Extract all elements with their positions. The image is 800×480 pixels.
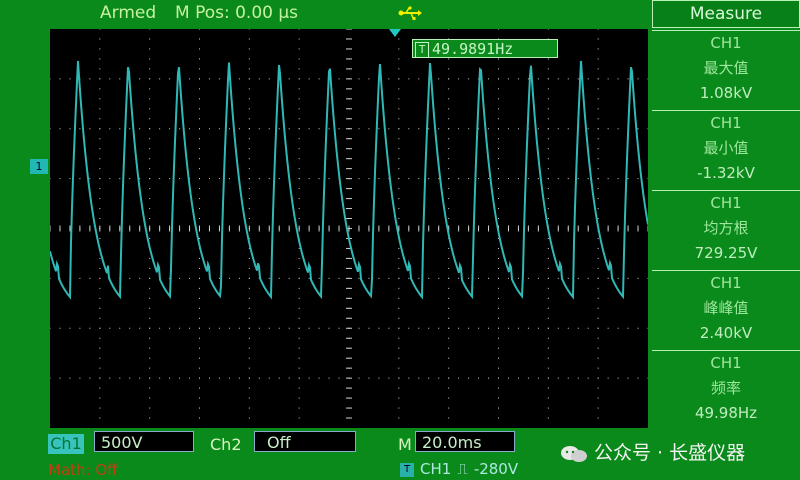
- trigger-position-marker[interactable]: [389, 29, 401, 37]
- ch1-volts-per-div[interactable]: 500V: [94, 431, 194, 452]
- measure-name: 频率: [710, 379, 741, 397]
- measure-channel: CH1: [710, 354, 742, 372]
- measure-item-peak-to-peak[interactable]: CH1 峰峰值 2.40kV: [652, 270, 800, 348]
- frequency-value: 49.9891Hz: [432, 40, 514, 58]
- measure-channel: CH1: [710, 114, 742, 132]
- measure-item-min[interactable]: CH1 最小值 -1.32kV: [652, 110, 800, 188]
- timebase-label: M: [398, 435, 412, 454]
- measure-panel: Measure CH1 最大值 1.08kV CH1 最小值 -1.32kV C…: [652, 0, 800, 430]
- measure-channel: CH1: [710, 194, 742, 212]
- measure-name: 峰峰值: [703, 299, 749, 317]
- watermark-text: 公众号 · 长盛仪器: [594, 442, 746, 464]
- trigger-info[interactable]: T CH1 ⎍ -280V: [400, 460, 518, 478]
- ch1-ground-marker[interactable]: 1: [30, 159, 48, 174]
- horizontal-position: M Pos: 0.00 µs: [175, 3, 299, 23]
- measure-name: 最小值: [703, 139, 749, 157]
- trigger-badge: T: [415, 41, 429, 58]
- watermark: 公众号 · 长盛仪器: [560, 438, 745, 465]
- rising-edge-icon: ⎍: [457, 460, 468, 478]
- math-status[interactable]: Math: Off: [48, 461, 118, 479]
- wechat-icon: [561, 445, 587, 462]
- ch2-label[interactable]: Ch2: [210, 435, 242, 454]
- graticule: [50, 29, 648, 419]
- measure-name: 最大值: [703, 59, 749, 77]
- trigger-level: -280V: [473, 460, 519, 478]
- acquisition-status: Armed: [100, 3, 157, 23]
- timebase-value[interactable]: 20.0ms: [415, 431, 515, 452]
- usb-icon: [398, 6, 422, 20]
- measure-value: 49.98Hz: [694, 404, 758, 422]
- measure-channel: CH1: [710, 274, 742, 292]
- measure-item-rms[interactable]: CH1 均方根 729.25V: [652, 190, 800, 268]
- measure-item-max[interactable]: CH1 最大值 1.08kV: [652, 30, 800, 108]
- ch2-status[interactable]: Off: [254, 431, 356, 452]
- bottom-status-bar: Ch1 500V Ch2 Off M 20.0ms Math: Off T CH1…: [0, 430, 800, 480]
- measure-item-frequency[interactable]: CH1 频率 49.98Hz: [652, 350, 800, 428]
- waveform-display: T 49.9891Hz: [50, 29, 648, 428]
- measure-value: 1.08kV: [699, 84, 753, 102]
- trigger-badge: T: [400, 462, 414, 477]
- measure-name: 均方根: [703, 219, 749, 237]
- ch1-tag[interactable]: Ch1: [48, 434, 84, 454]
- trigger-source: CH1: [420, 460, 452, 478]
- measure-channel: CH1: [710, 34, 742, 52]
- measure-value: 2.40kV: [699, 324, 753, 342]
- measure-title[interactable]: Measure: [652, 0, 800, 28]
- measure-value: 729.25V: [694, 244, 758, 262]
- measure-value: -1.32kV: [697, 164, 755, 182]
- frequency-counter: T 49.9891Hz: [412, 39, 558, 58]
- top-status-bar: Armed M Pos: 0.00 µs: [0, 0, 650, 28]
